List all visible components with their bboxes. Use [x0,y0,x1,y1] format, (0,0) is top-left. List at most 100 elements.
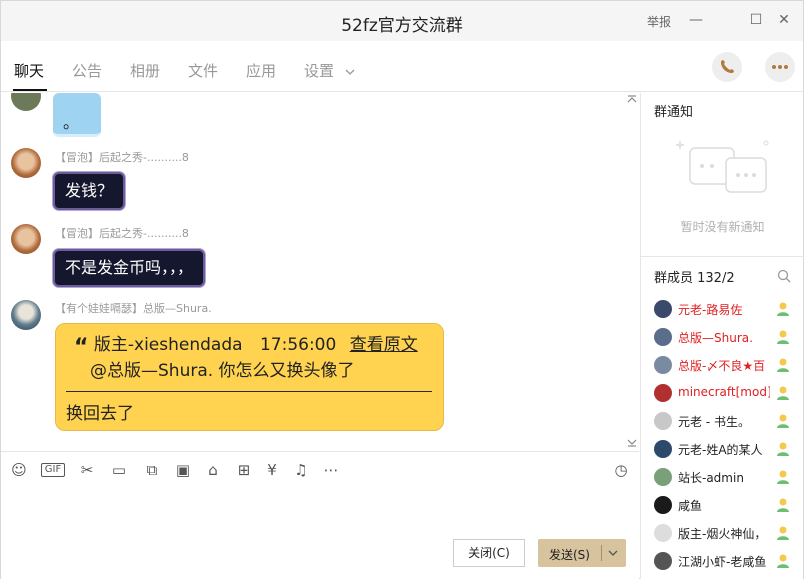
quote-divider [66,391,432,392]
more-icon [772,65,788,69]
tab-album[interactable]: 相册 [130,60,160,81]
member-name: minecraft[mod] [678,385,770,399]
avatar[interactable] [11,148,41,178]
history-clock-icon[interactable]: ◷ [611,460,631,480]
title-bar: 52fz官方交流群 举报 — ☐ ✕ [1,1,803,41]
member-name: 元老-路易佐 [678,303,743,317]
group-members-title: 群成员 132/2 [654,271,735,286]
avatar[interactable] [654,300,672,318]
avatar[interactable] [11,93,41,111]
member-row[interactable]: 元老-姓A的某人 [641,435,804,463]
send-button[interactable]: 发送(S) [538,539,626,567]
admin-badge-icon [777,470,789,484]
quote-mark: “ [74,335,89,360]
sidebar-divider [641,256,804,257]
red-packet-icon[interactable]: ¥ [262,460,282,480]
scroll-down-icon[interactable] [627,439,637,447]
avatar[interactable] [654,468,672,486]
avatar[interactable] [11,300,41,330]
avatar[interactable] [654,328,672,346]
view-original-link[interactable]: 查看原文 [350,335,418,355]
member-row[interactable]: 江湖小虾-老咸鱼 [641,547,804,575]
avatar[interactable] [654,552,672,570]
admin-badge-icon [777,330,789,344]
gift-icon[interactable]: ⊞ [234,460,254,480]
avatar[interactable] [654,412,672,430]
group-notice-title: 群通知 [654,105,694,120]
sender-name: 【冒泡】后起之秀-..........8 [55,227,189,240]
maximize-button[interactable]: ☐ [745,9,767,31]
avatar[interactable] [654,496,672,514]
admin-badge-icon [777,554,789,568]
message-text: 换回去了 [66,404,134,424]
more-options-button[interactable] [765,52,795,82]
phone-call-button[interactable] [712,52,742,82]
no-notice-text: 暂时没有新通知 [680,220,765,234]
member-name: 元老-姓A的某人 [678,443,763,457]
image-icon[interactable]: ▣ [173,460,193,480]
member-name: 总版—Shura. [678,331,753,345]
avatar[interactable] [654,440,672,458]
quote-author: 版主-xieshendada [93,335,243,355]
chevron-down-icon[interactable] [608,549,618,557]
member-name: 站长-admin [678,471,744,485]
member-name: 版主-烟火神仙， [678,527,767,541]
shop-icon[interactable]: ⌂ [203,460,223,480]
gif-icon[interactable]: GIF [41,463,65,477]
tab-settings-label: 设置 [304,62,335,80]
admin-badge-icon [777,498,789,512]
chat-window: 52fz官方交流群 举报 — ☐ ✕ 聊天 公告 相册 文件 应用 设置 。 【… [0,0,804,579]
avatar[interactable] [654,524,672,542]
input-toolbar: ☺ GIF ✂ ▭ ⧉ ▣ ⌂ ⊞ ¥ ♫ ⋯ ◷ [1,451,639,487]
avatar[interactable] [11,224,41,254]
quote-text: @总版—Shura. 你怎么又换头像了 [90,361,355,381]
admin-badge-icon [777,442,789,456]
tab-settings[interactable]: 设置 [304,60,355,81]
report-button[interactable]: 举报 [647,13,671,30]
admin-badge-icon [777,302,789,316]
quote-time: 17:56:00 [259,335,337,355]
admin-badge-icon [777,414,789,428]
member-name: 元老 - 书生。 [678,415,750,429]
message-bubble: 发钱？ [55,174,124,208]
member-row[interactable]: 总版-〆不良★百 [641,351,804,379]
scissors-icon[interactable]: ✂ [77,460,97,480]
message-bubble: 。 [53,93,101,137]
window-title: 52fz官方交流群 [341,16,463,36]
group-sidebar: 群通知 暂时没有新通知 群成员 132/2 元老-路易佐 总版—Shura. 总版-… [640,93,804,579]
minimize-button[interactable]: — [685,9,707,31]
avatar[interactable] [654,356,672,374]
member-row[interactable]: 站长-admin [641,463,804,491]
emoji-icon[interactable]: ☺ [9,460,29,480]
member-row[interactable]: 版主-烟火神仙， [641,519,804,547]
send-divider [601,545,602,561]
folder-icon[interactable]: ▭ [109,460,129,480]
member-row[interactable]: minecraft[mod] [641,379,804,407]
close-window-button[interactable]: ✕ [773,9,795,31]
tab-chat[interactable]: 聊天 [14,60,44,81]
chat-message-area[interactable]: 。 【冒泡】后起之秀-..........8 发钱？ 【冒泡】后起之秀-....… [1,93,639,451]
search-icon[interactable] [777,269,791,283]
tab-apps[interactable]: 应用 [246,60,276,81]
member-row[interactable]: 元老-路易佐 [641,295,804,323]
message-text: 。 [63,113,80,132]
member-row[interactable]: 元老 - 书生。 [641,407,804,435]
phone-icon [721,60,734,73]
message-input[interactable]: 关闭(C) 发送(S) [1,487,639,579]
bell-icon[interactable]: ♫ [291,460,311,480]
screenshot-icon[interactable]: ⧉ [142,460,162,480]
admin-badge-icon [777,358,789,372]
collapse-up-icon[interactable] [627,95,637,103]
admin-badge-icon [777,386,789,400]
close-button[interactable]: 关闭(C) [453,539,525,567]
tab-files[interactable]: 文件 [188,60,218,81]
active-tab-indicator [13,89,47,91]
member-name: 咸鱼 [678,499,703,513]
member-row[interactable]: 总版—Shura. [641,323,804,351]
more-tools-icon[interactable]: ⋯ [321,460,341,480]
tab-announcement[interactable]: 公告 [72,60,102,81]
avatar[interactable] [654,384,672,402]
quote-reply-bubble: “ 版主-xieshendada 17:56:00 查看原文 @总版—Shura… [55,323,444,431]
message-bubble: 不是发金币吗，，， [55,251,204,285]
member-row[interactable]: 咸鱼 [641,491,804,519]
